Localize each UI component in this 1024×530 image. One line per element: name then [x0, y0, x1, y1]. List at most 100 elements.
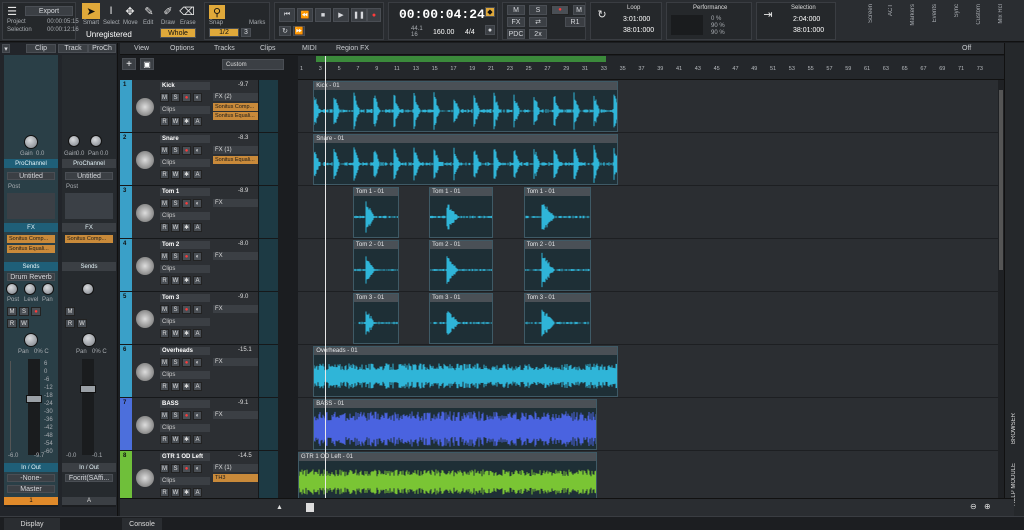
- track-arm-button[interactable]: ●: [182, 411, 191, 420]
- track-lane-2[interactable]: Snare - 01: [298, 133, 998, 186]
- mix-m-button[interactable]: M: [573, 5, 585, 15]
- double-speed-button[interactable]: 2x: [529, 29, 547, 39]
- track-mute-button[interactable]: M: [160, 252, 169, 261]
- strip-arm-button[interactable]: ●: [31, 307, 41, 316]
- input-select[interactable]: -None-: [7, 474, 55, 482]
- track-freeze-button[interactable]: ✱: [182, 276, 191, 285]
- metronome-icon[interactable]: ◆: [485, 7, 495, 17]
- sends-header[interactable]: Sends: [4, 262, 58, 271]
- strip-read-button[interactable]: R: [7, 319, 17, 328]
- track-read-button[interactable]: R: [160, 117, 169, 126]
- now-time-cursor[interactable]: [325, 56, 326, 498]
- mix-swap-button[interactable]: ⇄: [529, 17, 547, 27]
- smart-tool-icon[interactable]: ➤: [82, 3, 100, 19]
- track-solo-button[interactable]: S: [171, 464, 180, 473]
- master-pan-knob[interactable]: [90, 135, 102, 147]
- track-automation-button[interactable]: A: [193, 223, 202, 232]
- track-automation-button[interactable]: A: [193, 488, 202, 497]
- track-fx-bin[interactable]: FX: [213, 305, 258, 313]
- move-tool-icon[interactable]: ✥: [121, 3, 139, 19]
- track-input-echo-button[interactable]: ◐: [193, 199, 202, 208]
- master-mute-button[interactable]: M: [65, 307, 75, 316]
- side-module-markers[interactable]: Markers: [910, 4, 916, 26]
- erase-tool-icon[interactable]: ⌫: [178, 3, 196, 19]
- track-lane-4[interactable]: Tom 2 - 01 Tom 2 - 01 Tom 2 - 01: [298, 239, 998, 292]
- track-clips-select[interactable]: Clips: [160, 159, 210, 167]
- audio-clip[interactable]: Tom 1 - 01: [429, 187, 494, 238]
- track-read-button[interactable]: R: [160, 435, 169, 444]
- fx-bypass-button[interactable]: FX: [507, 17, 525, 27]
- track-input-echo-button[interactable]: ◐: [193, 358, 202, 367]
- master-volume-fader[interactable]: [80, 385, 96, 393]
- track-freeze-button[interactable]: ✱: [182, 223, 191, 232]
- track-automation-button[interactable]: A: [193, 117, 202, 126]
- mute-all-button[interactable]: M: [507, 5, 525, 15]
- selection-end[interactable]: 38:01:000: [793, 27, 824, 34]
- track-plugin[interactable]: Sonitus Equali...: [213, 112, 258, 120]
- track-volume-value[interactable]: -9.1: [238, 400, 248, 406]
- pan-knob[interactable]: [24, 333, 38, 347]
- track-volume-value[interactable]: -14.5: [238, 453, 252, 459]
- track-solo-button[interactable]: S: [171, 252, 180, 261]
- track-clips-select[interactable]: Clips: [160, 318, 210, 326]
- play-icon[interactable]: ▶: [333, 8, 349, 22]
- audio-clip[interactable]: Tom 2 - 01: [352, 240, 399, 291]
- menu-region-fx[interactable]: Region FX: [336, 45, 369, 52]
- eq-graph[interactable]: [7, 193, 55, 219]
- fx-slot-1[interactable]: Sonitus Comp...: [7, 235, 55, 243]
- solo-all-button[interactable]: S: [529, 5, 547, 15]
- master-write-button[interactable]: W: [77, 319, 87, 328]
- track-write-button[interactable]: W: [171, 170, 180, 179]
- track-clips-select[interactable]: Clips: [160, 424, 210, 432]
- track-volume-value[interactable]: -9.0: [238, 294, 248, 300]
- master-fx-header[interactable]: FX: [62, 223, 116, 232]
- master-fx-slot-1[interactable]: Sonitus Comp...: [65, 235, 113, 243]
- track-clips-select[interactable]: Clips: [160, 477, 210, 485]
- draw-tool-icon[interactable]: ✐: [159, 3, 177, 19]
- track-input-echo-button[interactable]: ◐: [193, 252, 202, 261]
- menu-midi[interactable]: MIDI: [302, 45, 317, 52]
- rewind-step-icon[interactable]: ⏪: [297, 8, 313, 22]
- tab-track[interactable]: Track: [58, 44, 88, 53]
- audio-clip[interactable]: BASS - 01: [313, 399, 597, 450]
- track-arm-button[interactable]: ●: [182, 358, 191, 367]
- audio-clip[interactable]: GTR 1 OD Left - 01: [298, 452, 597, 498]
- tab-clip[interactable]: Clip: [26, 44, 56, 53]
- volume-fader[interactable]: [26, 395, 42, 403]
- off-select[interactable]: Off: [962, 45, 971, 52]
- master-pan-knob-2[interactable]: [82, 333, 96, 347]
- track-5[interactable]: 5 Tom 3 -9.0 M S ● ◐ FX Clips R W ✱ A: [120, 292, 278, 345]
- track-freeze-button[interactable]: ✱: [182, 117, 191, 126]
- snap-fraction-select[interactable]: 1/2: [209, 28, 239, 37]
- track-solo-button[interactable]: S: [171, 411, 180, 420]
- stop-icon[interactable]: ■: [315, 8, 331, 22]
- fx-slot-2[interactable]: Sonitus Equali...: [7, 245, 55, 253]
- track-fx-bin[interactable]: FX: [213, 358, 258, 366]
- track-mute-button[interactable]: M: [160, 146, 169, 155]
- track-input-echo-button[interactable]: ◐: [193, 411, 202, 420]
- pdc-button[interactable]: PDC: [507, 29, 525, 39]
- track-freeze-button[interactable]: ✱: [182, 329, 191, 338]
- strip-mute-button[interactable]: M: [7, 307, 17, 316]
- track-volume-value[interactable]: -9.7: [238, 82, 248, 88]
- audio-clip[interactable]: Tom 1 - 01: [352, 187, 399, 238]
- side-module-custom[interactable]: Custom: [976, 4, 982, 25]
- edit-tool-icon[interactable]: ✎: [140, 3, 158, 19]
- track-mute-button[interactable]: M: [160, 93, 169, 102]
- strip-write-button[interactable]: W: [19, 319, 29, 328]
- track-name[interactable]: Snare: [160, 135, 210, 143]
- display-tab[interactable]: Display: [4, 518, 60, 530]
- track-automation-button[interactable]: A: [193, 382, 202, 391]
- master-output-select[interactable]: Focrit(SAffi...: [65, 474, 113, 482]
- selection-start[interactable]: 2:04:000: [793, 16, 820, 23]
- track-name[interactable]: Tom 1: [160, 188, 210, 196]
- track-arm-button[interactable]: ●: [182, 93, 191, 102]
- loop-region-bar[interactable]: [316, 56, 606, 62]
- audio-clip[interactable]: Tom 3 - 01: [352, 293, 399, 344]
- ffwd-icon[interactable]: ⏩: [293, 26, 305, 36]
- audio-clip[interactable]: Tom 3 - 01: [523, 293, 591, 344]
- track-name[interactable]: GTR 1 OD Left: [160, 453, 210, 461]
- track-arm-button[interactable]: ●: [182, 305, 191, 314]
- timecode-display[interactable]: 00:00:04:24: [399, 7, 485, 22]
- track-write-button[interactable]: W: [171, 488, 180, 497]
